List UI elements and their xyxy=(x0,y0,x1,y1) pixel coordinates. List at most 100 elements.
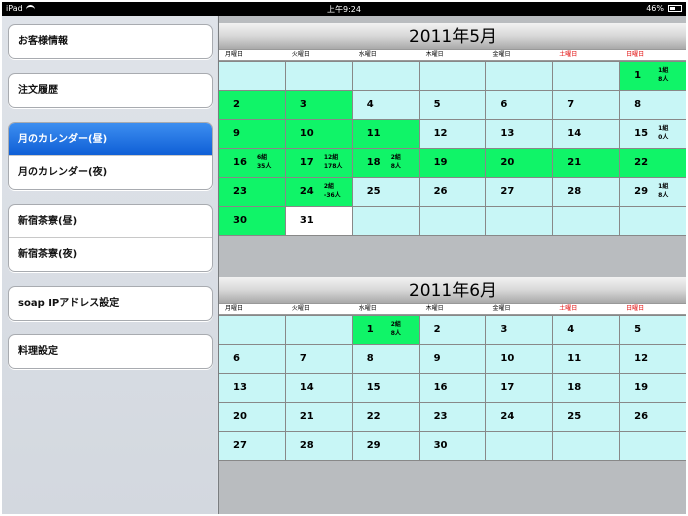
sidebar-item[interactable]: soap IPアドレス設定 xyxy=(9,287,212,320)
day-cell[interactable]: 7 xyxy=(285,345,353,374)
day-number: 7 xyxy=(567,99,575,110)
day-number: 29 xyxy=(366,440,381,451)
day-cell[interactable]: 30 xyxy=(219,207,286,236)
day-cell[interactable]: 17 xyxy=(486,374,554,403)
day-cell[interactable]: 31 xyxy=(285,207,353,236)
day-cell[interactable]: 12 xyxy=(419,120,487,149)
day-cell[interactable]: 7 xyxy=(553,91,621,120)
sidebar-item[interactable]: 料理設定 xyxy=(9,335,212,368)
weekday-label: 土曜日 xyxy=(559,305,578,312)
weekday-label: 水曜日 xyxy=(358,305,377,312)
day-cell[interactable]: 23 xyxy=(419,403,487,432)
empty-day-cell xyxy=(620,207,686,236)
day-cell[interactable]: 25 xyxy=(553,403,621,432)
day-cell[interactable]: 5 xyxy=(620,316,686,345)
weekday-label: 日曜日 xyxy=(626,51,645,58)
day-number: 19 xyxy=(433,157,448,168)
sidebar: お客様情報注文履歴月のカレンダー(昼) 月のカレンダー(夜) 新宿茶寮(昼) 新宿茶寮… xyxy=(2,16,217,514)
day-cell[interactable]: 15 1組 0人 xyxy=(620,120,686,149)
weekday-label: 日曜日 xyxy=(626,305,645,312)
day-cell[interactable]: 26 xyxy=(419,178,487,207)
day-cell[interactable]: 22 xyxy=(352,403,420,432)
sidebar-item[interactable]: 新宿茶寮(昼) xyxy=(9,205,212,238)
day-cell[interactable]: 15 xyxy=(352,374,420,403)
day-cell[interactable]: 28 xyxy=(553,178,621,207)
sidebar-item[interactable]: 月のカレンダー(夜) xyxy=(9,156,212,189)
day-cell[interactable]: 12 xyxy=(620,345,686,374)
day-cell[interactable]: 9 xyxy=(419,345,487,374)
sidebar-item[interactable]: お客様情報 xyxy=(9,25,212,58)
day-cell[interactable]: 11 xyxy=(553,345,621,374)
weekday-header: 月曜日 火曜日 水曜日 木曜日 金曜日 土曜日 日曜日 xyxy=(219,303,686,315)
day-cell[interactable]: 14 xyxy=(285,374,353,403)
day-cell[interactable]: 3 xyxy=(285,91,353,120)
day-number: 26 xyxy=(433,186,448,197)
day-cell[interactable]: 6 xyxy=(486,91,554,120)
day-cell[interactable]: 5 xyxy=(419,91,487,120)
sidebar-item[interactable]: 月のカレンダー(昼) xyxy=(9,123,212,156)
day-cell[interactable]: 22 xyxy=(620,149,686,178)
day-cell[interactable]: 19 xyxy=(419,149,487,178)
reservation-note-line: 2組 xyxy=(390,154,401,161)
day-cell[interactable]: 26 xyxy=(620,403,686,432)
day-cell[interactable]: 21 xyxy=(285,403,353,432)
day-cell[interactable]: 4 xyxy=(352,91,420,120)
day-cell[interactable]: 8 xyxy=(352,345,420,374)
day-number: 17 xyxy=(500,382,515,393)
day-number: 3 xyxy=(299,99,307,110)
day-cell[interactable]: 16 6組 35人 xyxy=(219,149,286,178)
day-cell[interactable]: 3 xyxy=(486,316,554,345)
empty-day-cell xyxy=(219,62,286,91)
reservation-note: 12組 178人 xyxy=(324,153,343,171)
day-cell[interactable]: 11 xyxy=(352,120,420,149)
reservation-note-line: 178人 xyxy=(323,163,343,170)
day-cell[interactable]: 6 xyxy=(219,345,286,374)
day-cell[interactable]: 24 xyxy=(486,403,554,432)
day-cell[interactable]: 27 xyxy=(219,432,286,461)
day-cell[interactable]: 20 xyxy=(486,149,554,178)
day-cell[interactable]: 8 xyxy=(620,91,686,120)
day-cell[interactable]: 18 2組 8人 xyxy=(352,149,420,178)
day-number: 19 xyxy=(634,382,649,393)
day-cell[interactable]: 2 xyxy=(419,316,487,345)
day-cell[interactable]: 30 xyxy=(419,432,487,461)
empty-day-cell xyxy=(419,62,487,91)
day-cell[interactable]: 13 xyxy=(219,374,286,403)
day-number: 1 xyxy=(366,324,374,335)
reservation-note: 1組 8人 xyxy=(658,66,668,84)
battery-icon xyxy=(668,5,682,12)
day-cell[interactable]: 1 2組 8人 xyxy=(352,316,420,345)
day-cell[interactable]: 18 xyxy=(553,374,621,403)
day-cell[interactable]: 4 xyxy=(553,316,621,345)
day-cell[interactable]: 27 xyxy=(486,178,554,207)
sidebar-item[interactable]: 新宿茶寮(夜) xyxy=(9,238,212,271)
day-cell[interactable]: 17 12組 178人 xyxy=(285,149,353,178)
day-cell[interactable]: 14 xyxy=(553,120,621,149)
reservation-note: 6組 35人 xyxy=(257,153,271,171)
day-number: 11 xyxy=(366,128,381,139)
day-cell[interactable]: 24 2組 -36人 xyxy=(285,178,353,207)
weekday-label: 月曜日 xyxy=(225,51,244,58)
day-cell[interactable]: 16 xyxy=(419,374,487,403)
day-cell[interactable]: 13 xyxy=(486,120,554,149)
day-cell[interactable]: 21 xyxy=(553,149,621,178)
day-number: 28 xyxy=(299,440,314,451)
sidebar-item[interactable]: 注文履歴 xyxy=(9,74,212,107)
day-cell[interactable]: 10 xyxy=(486,345,554,374)
day-cell[interactable]: 19 xyxy=(620,374,686,403)
day-number: 22 xyxy=(634,157,649,168)
day-cell[interactable]: 29 1組 8人 xyxy=(620,178,686,207)
day-cell[interactable]: 25 xyxy=(352,178,420,207)
day-cell[interactable]: 1 1組 8人 xyxy=(620,62,686,91)
day-cell[interactable]: 29 xyxy=(352,432,420,461)
day-cell[interactable]: 28 xyxy=(285,432,353,461)
day-cell[interactable]: 2 xyxy=(219,91,286,120)
day-cell[interactable]: 9 xyxy=(219,120,286,149)
day-cell[interactable]: 10 xyxy=(285,120,353,149)
day-number: 13 xyxy=(500,128,515,139)
day-number: 26 xyxy=(634,411,649,422)
day-cell[interactable]: 20 xyxy=(219,403,286,432)
empty-day-cell xyxy=(553,207,621,236)
day-cell[interactable]: 23 xyxy=(219,178,286,207)
weekday-label: 金曜日 xyxy=(492,51,511,58)
